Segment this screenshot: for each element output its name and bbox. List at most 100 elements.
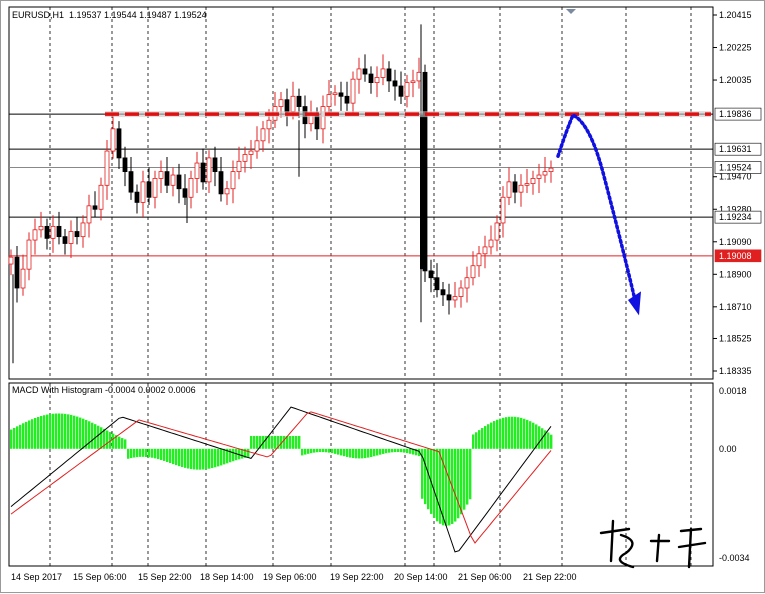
price-tick-label: 1.20225 (719, 43, 752, 53)
macd-histogram-bar (127, 448, 130, 459)
macd-histogram-bar (343, 448, 346, 457)
macd-histogram-bar (97, 425, 100, 449)
price-chart[interactable]: 1.204151.202251.200351.194701.192801.190… (1, 1, 765, 594)
macd-histogram-bar (40, 416, 43, 449)
macd-histogram-bar (547, 432, 550, 449)
level-tag-label: 1.19631 (719, 144, 752, 154)
macd-histogram-bar (508, 416, 511, 449)
candle-body (98, 184, 104, 210)
macd-histogram-bar (118, 436, 121, 449)
macd-histogram-bar (208, 448, 211, 469)
macd-histogram-bar (394, 448, 397, 453)
macd-histogram-bar (523, 418, 526, 449)
macd-histogram-bar (439, 448, 442, 524)
candle-body (206, 157, 212, 183)
macd-histogram-bar (388, 448, 391, 453)
macd-histogram-bar (253, 435, 256, 449)
candle-body (104, 150, 110, 186)
macd-histogram-bar (124, 439, 127, 449)
macd-histogram-bar (397, 448, 400, 453)
macd-histogram-bar (520, 417, 523, 449)
candle-body (326, 94, 332, 107)
macd-histogram-bar (289, 435, 292, 449)
macd-histogram-bar (193, 448, 196, 470)
macd-histogram-bar (379, 448, 382, 455)
macd-histogram-bar (217, 448, 220, 467)
candle-body (386, 68, 392, 82)
candle-body (500, 196, 506, 224)
candle-body (350, 78, 356, 104)
macd-histogram-bar (304, 448, 307, 455)
candle-body (158, 171, 164, 179)
candle-body (470, 265, 476, 279)
macd-histogram-bar (361, 448, 364, 459)
macd-histogram-bar (172, 448, 175, 465)
macd-histogram-bar (64, 413, 67, 449)
macd-histogram-bar (250, 435, 253, 449)
macd-histogram-bar (376, 448, 379, 456)
time-tick-label: 20 Sep 14:00 (394, 572, 448, 582)
macd-histogram-bar (406, 448, 409, 454)
candle-body (170, 174, 176, 186)
macd-histogram-bar (382, 448, 385, 454)
macd-histogram-bar (448, 448, 451, 526)
macd-histogram-bar (16, 426, 19, 449)
candle-body (68, 231, 74, 244)
macd-histogram-bar (247, 448, 250, 458)
macd-histogram-bar (214, 448, 217, 468)
macd-histogram-bar (52, 413, 55, 449)
macd-histogram-bar (22, 423, 25, 449)
macd-histogram-bar (346, 448, 349, 457)
macd-histogram-bar (268, 435, 271, 449)
macd-histogram-bar (538, 426, 541, 449)
candle-body (56, 225, 62, 238)
macd-histogram-bar (484, 426, 487, 449)
macd-histogram-bar (139, 448, 142, 457)
macd-histogram-bar (223, 448, 226, 465)
macd-histogram-bar (19, 424, 22, 449)
macd-histogram-bar (328, 448, 331, 453)
candle-body (512, 181, 518, 193)
price-tick-label: 1.18900 (719, 269, 752, 279)
macd-histogram-bar (34, 418, 37, 449)
candle-body (32, 229, 38, 241)
price-tick-label: 1.20035 (719, 75, 752, 85)
candle-body (248, 150, 254, 155)
macd-histogram-bar (298, 435, 301, 449)
candle-body (218, 171, 224, 195)
candle-body (284, 99, 290, 113)
candle-body (260, 128, 266, 142)
level-tag-label: 1.19008 (719, 251, 752, 261)
macd-histogram-bar (31, 419, 34, 449)
level-tag-label: 1.19234 (719, 212, 752, 222)
candle-body (506, 181, 512, 198)
candle-body (530, 178, 536, 184)
macd-histogram-bar (76, 416, 79, 449)
candle-body (62, 236, 68, 244)
macd-histogram-bar (295, 435, 298, 449)
macd-histogram-bar (322, 448, 325, 453)
candle-body (452, 296, 458, 301)
macd-histogram-bar (526, 419, 529, 449)
candle-body (110, 128, 116, 152)
candle-body (242, 154, 248, 162)
candle-body (416, 71, 422, 82)
chart-window[interactable]: 1.20415 1.20225 1.20035 1.19470 1.19280 1.190… (0, 0, 765, 593)
candle-body (488, 239, 494, 248)
candle-body (92, 205, 98, 210)
candle-body (122, 157, 128, 173)
macd-histogram-bar (454, 448, 457, 522)
macd-histogram-bar (310, 448, 313, 454)
macd-histogram-bar (481, 428, 484, 449)
macd-histogram-bar (334, 448, 337, 454)
candle-body (380, 68, 386, 78)
candle-body (446, 294, 452, 301)
macd-histogram-bar (25, 421, 28, 449)
candle-body (200, 162, 206, 183)
candle-body (420, 115, 423, 270)
macd-panel (8, 382, 714, 567)
macd-histogram-bar (148, 448, 151, 458)
macd-histogram-bar (55, 413, 58, 449)
candle-body (38, 225, 44, 231)
time-tick-label: 18 Sep 14:00 (200, 572, 254, 582)
